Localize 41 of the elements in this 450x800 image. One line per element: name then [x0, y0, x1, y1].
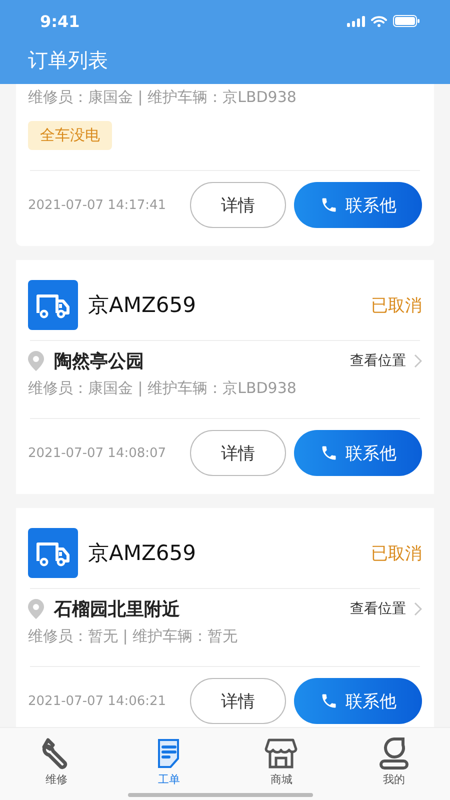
- order-time: 2021-07-07 14:08:07: [28, 446, 166, 460]
- location-name: 陶然亭公园: [54, 350, 144, 373]
- tab-item[interactable]: 我的: [364, 736, 424, 800]
- repair-info: 维修员：康国金 | 维护车辆：京LBD938: [28, 378, 298, 399]
- battery-icon: [393, 15, 420, 27]
- tab-item[interactable]: 维修: [26, 736, 86, 800]
- chevron-right-icon: [414, 354, 422, 368]
- phone-icon: [320, 692, 338, 710]
- plate-number: 京AMZ659: [88, 540, 196, 567]
- plate-number: 京AMZ659: [88, 292, 196, 319]
- page-title: 订单列表: [27, 47, 109, 74]
- contact-button[interactable]: 联系他: [294, 182, 422, 228]
- person-icon: [376, 736, 411, 770]
- location-name: 石榴园北里附近: [54, 598, 180, 621]
- tab-item[interactable]: 工单: [138, 736, 199, 800]
- truck-icon: [28, 280, 78, 330]
- contact-button[interactable]: 联系他: [294, 678, 422, 724]
- phone-icon: [320, 196, 338, 214]
- details-button[interactable]: 详情: [190, 678, 286, 724]
- repair-info: 维修员：暂无 | 维护车辆：暂无: [28, 626, 239, 647]
- details-button[interactable]: 详情: [190, 430, 286, 476]
- tab-item[interactable]: 商城: [251, 736, 312, 800]
- status-time: 9:41: [40, 12, 80, 30]
- shop-icon: [264, 736, 298, 770]
- signal-icon: [347, 16, 365, 26]
- location-pin-icon: [28, 599, 44, 619]
- order-status: 已取消: [371, 294, 422, 316]
- order-time: 2021-07-07 14:06:21: [28, 694, 166, 708]
- location-pin-icon: [28, 351, 44, 371]
- order-time: 2021-07-07 14:17:41: [28, 198, 166, 212]
- view-location-link[interactable]: 查看位置: [350, 352, 422, 370]
- phone-icon: [320, 444, 338, 462]
- chevron-right-icon: [414, 602, 422, 616]
- contact-button[interactable]: 联系他: [294, 430, 422, 476]
- view-location-link[interactable]: 查看位置: [350, 600, 422, 618]
- wifi-icon: [371, 16, 387, 26]
- order-status: 已取消: [371, 542, 422, 564]
- details-button[interactable]: 详情: [190, 182, 286, 228]
- repair-info: 维修员：康国金 | 维护车辆：京LBD938: [28, 87, 298, 108]
- fault-tag: 全车没电: [28, 121, 112, 150]
- truck-icon: [28, 528, 78, 578]
